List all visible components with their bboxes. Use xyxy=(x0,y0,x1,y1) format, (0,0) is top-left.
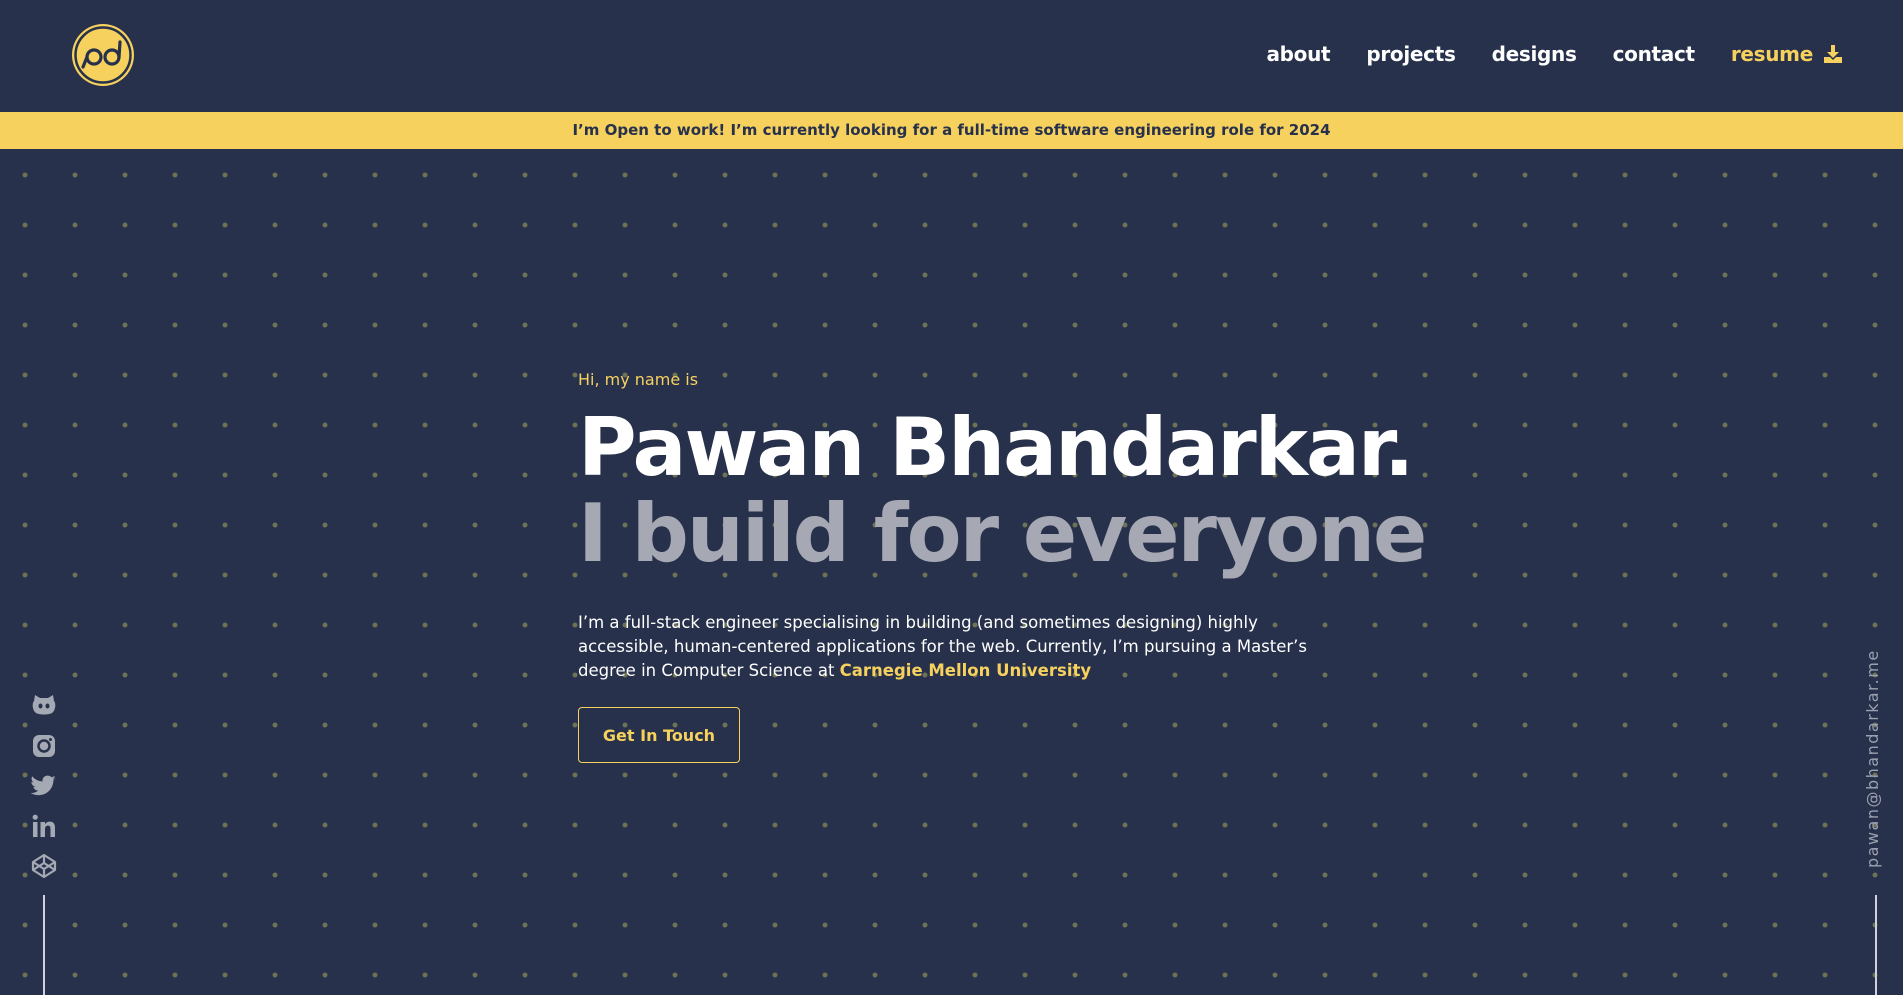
hero-name: Pawan Bhandarkar. xyxy=(578,401,1414,494)
email-link[interactable]: pawan@bhandarkar.me xyxy=(1863,649,1882,868)
university-link[interactable]: Carnegie Mellon University xyxy=(840,661,1091,680)
nav-designs[interactable]: designs xyxy=(1492,42,1577,66)
site-header: about projects designs contact resume xyxy=(0,0,1903,112)
left-vertical-line xyxy=(43,895,45,995)
nav-resume[interactable]: resume xyxy=(1731,42,1843,66)
github-icon[interactable] xyxy=(30,692,58,720)
nav-contact[interactable]: contact xyxy=(1613,42,1696,66)
greeting-text: Hi, my name is xyxy=(578,370,699,389)
instagram-icon[interactable] xyxy=(30,732,58,760)
pb-glasses-logo-icon[interactable] xyxy=(70,22,136,88)
intro-paragraph: I’m a full-stack engineer specialising i… xyxy=(578,611,1318,683)
main-nav: about projects designs contact resume xyxy=(1230,42,1843,66)
get-in-touch-button[interactable]: Get In Touch xyxy=(578,707,740,763)
twitter-icon[interactable] xyxy=(30,772,58,800)
open-to-work-banner: I’m Open to work! I’m currently looking … xyxy=(0,112,1903,149)
banner-text: I’m Open to work! I’m currently looking … xyxy=(572,121,1331,139)
nav-projects[interactable]: projects xyxy=(1366,42,1456,66)
social-links xyxy=(30,692,58,892)
resume-label: resume xyxy=(1730,42,1813,66)
nav-about[interactable]: about xyxy=(1266,42,1330,66)
hero-tagline: I build for everyone xyxy=(578,487,1427,580)
hero-section: Hi, my name is Pawan Bhandarkar. I build… xyxy=(578,370,1427,763)
codepen-icon[interactable] xyxy=(30,852,58,880)
right-vertical-line xyxy=(1875,895,1877,995)
linkedin-icon[interactable] xyxy=(30,812,58,840)
download-icon xyxy=(1824,45,1842,63)
